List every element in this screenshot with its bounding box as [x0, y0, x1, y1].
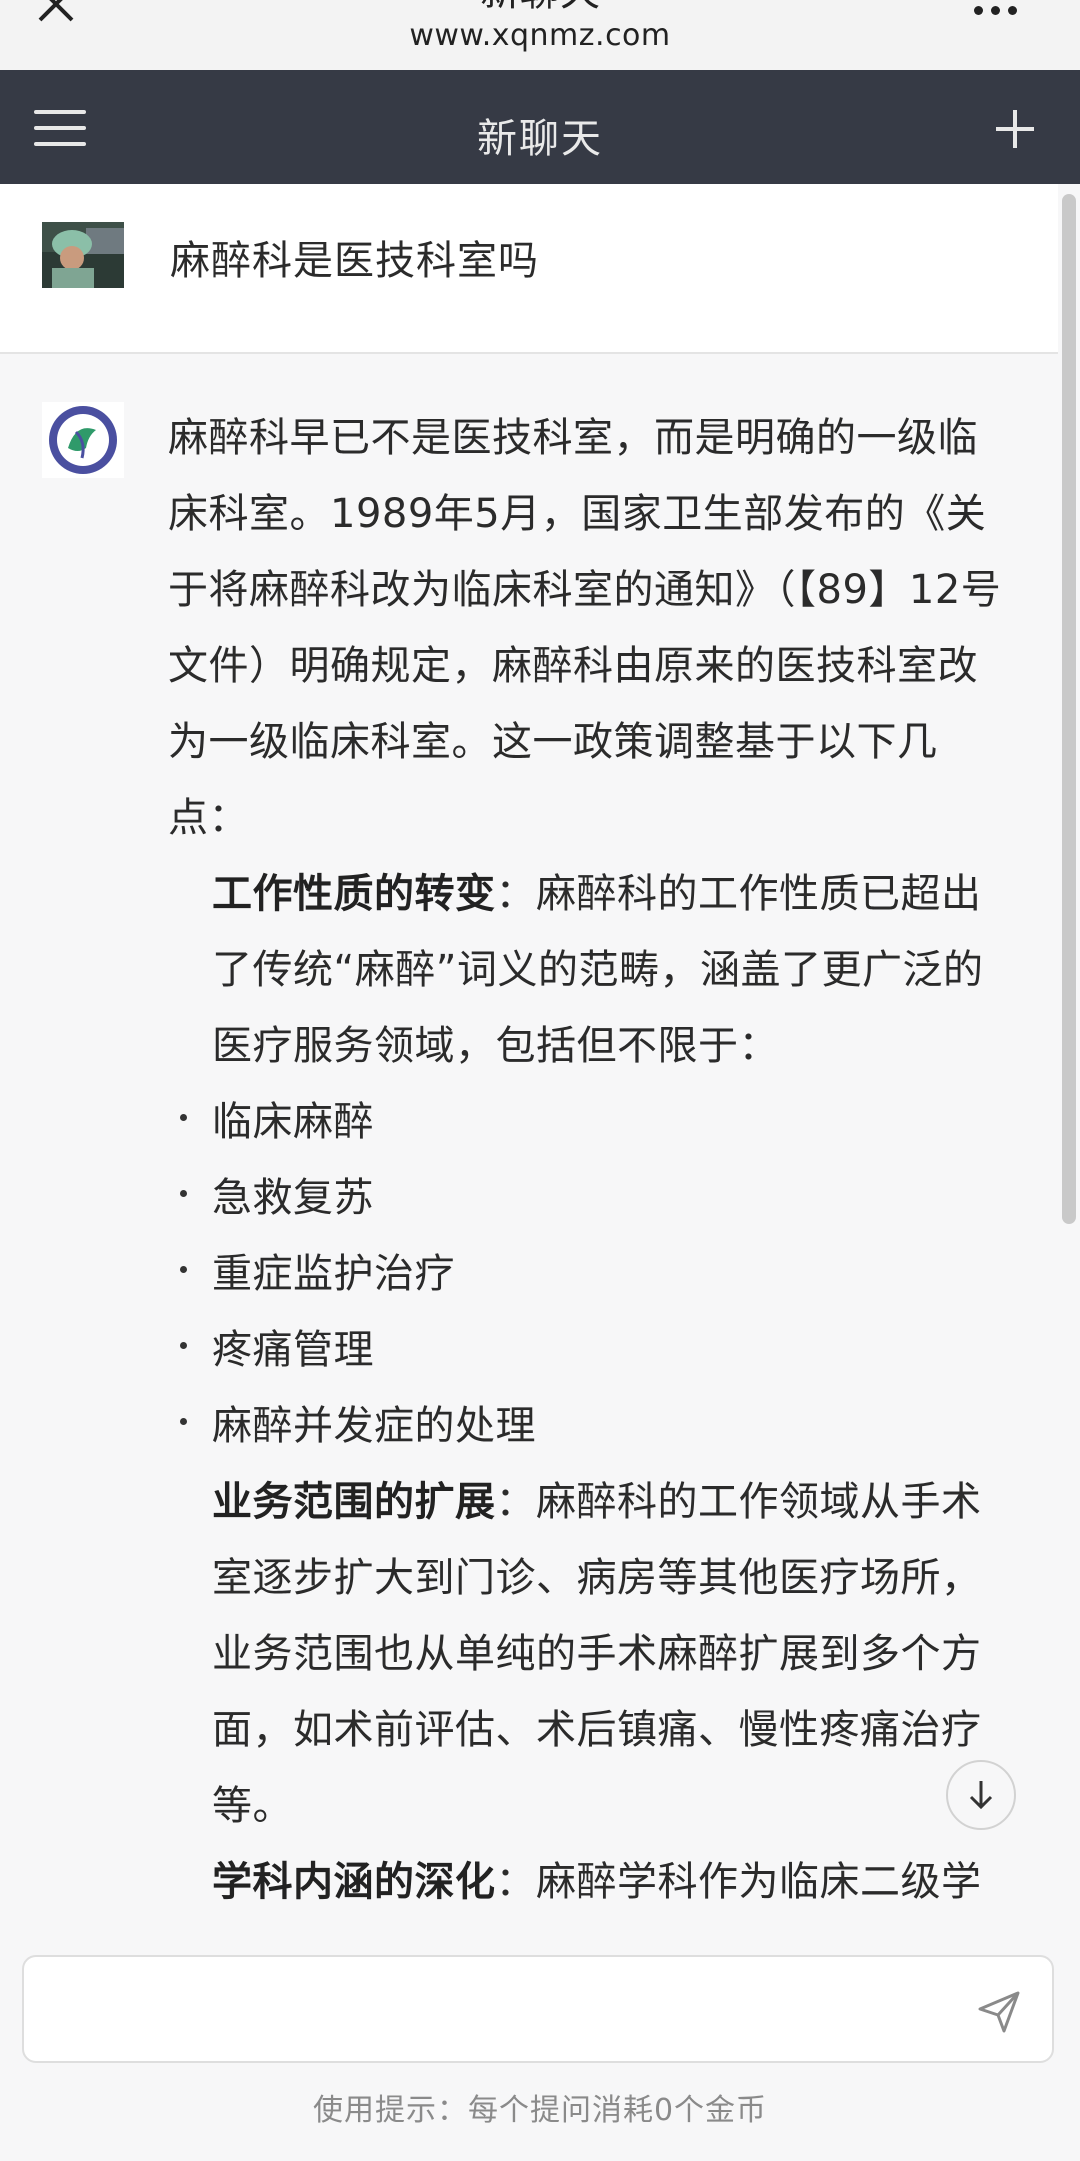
assistant-message: 麻醉科早已不是医技科室，而是明确的一级临床科室。1989年5月，国家卫生部发布的…	[0, 354, 1058, 1929]
list-item: 疼痛管理	[168, 1312, 1006, 1388]
list-item: 麻醉并发症的处理	[168, 1388, 1006, 1464]
arrow-down-icon	[969, 1781, 993, 1810]
app-header: 新聊天	[0, 70, 1080, 184]
point-scope-text: ：麻醉科的工作领域从手术室逐步扩大到门诊、病房等其他医疗场所，业务范围也从单纯的…	[212, 1479, 982, 1829]
browser-bar: 新聊天 www.xqnmz.com	[0, 0, 1080, 70]
list-item: 急救复苏	[168, 1160, 1006, 1236]
scrollbar[interactable]	[1062, 194, 1076, 1224]
answer-intro: 麻醉科早已不是医技科室，而是明确的一级临床科室。1989年5月，国家卫生部发布的…	[168, 415, 1002, 841]
browser-url[interactable]: www.xqnmz.com	[0, 18, 1080, 53]
browser-page-title: 新聊天	[0, 0, 1080, 12]
service-list: 临床麻醉 急救复苏 重症监护治疗 疼痛管理 麻醉并发症的处理	[168, 1084, 1006, 1464]
point-nature-title: 工作性质的转变	[212, 871, 496, 917]
plus-icon[interactable]	[994, 108, 1036, 150]
chat-area[interactable]: 麻醉科是医技科室吗 麻醉科早已不是医技科室，而是明确的一级临床科室。1989年5…	[0, 184, 1080, 1929]
send-icon[interactable]	[974, 1987, 1024, 2037]
list-item: 临床麻醉	[168, 1084, 1006, 1160]
assistant-avatar	[42, 402, 124, 478]
point-discipline-title: 学科内涵的深化	[212, 1859, 496, 1905]
user-message: 麻醉科是医技科室吗	[0, 184, 1058, 354]
point-scope: 业务范围的扩展：麻醉科的工作领域从手术室逐步扩大到门诊、病房等其他医疗场所，业务…	[168, 1464, 1006, 1844]
input-area: 使用提示：每个提问消耗0个金币	[0, 1929, 1080, 2161]
point-scope-title: 业务范围的扩展	[212, 1479, 496, 1525]
assistant-message-body: 麻醉科早已不是医技科室，而是明确的一级临床科室。1989年5月，国家卫生部发布的…	[168, 400, 1006, 1929]
message-input-box[interactable]	[22, 1955, 1054, 2063]
user-message-text: 麻醉科是医技科室吗	[170, 238, 539, 284]
user-avatar	[42, 222, 124, 288]
list-item: 重症监护治疗	[168, 1236, 1006, 1312]
message-input[interactable]	[48, 1981, 952, 2041]
usage-tip: 使用提示：每个提问消耗0个金币	[312, 2093, 768, 2128]
point-nature: 工作性质的转变：麻醉科的工作性质已超出了传统“麻醉”词义的范畴，涵盖了更广泛的医…	[168, 856, 1006, 1084]
more-dots-icon[interactable]	[974, 0, 1034, 15]
scroll-to-bottom-button[interactable]	[946, 1760, 1016, 1830]
point-discipline: 学科内涵的深化：麻醉学科作为临床二级学科，其一级学科的内涵在不断深化	[168, 1844, 1006, 1929]
header-title: 新聊天	[477, 116, 603, 162]
